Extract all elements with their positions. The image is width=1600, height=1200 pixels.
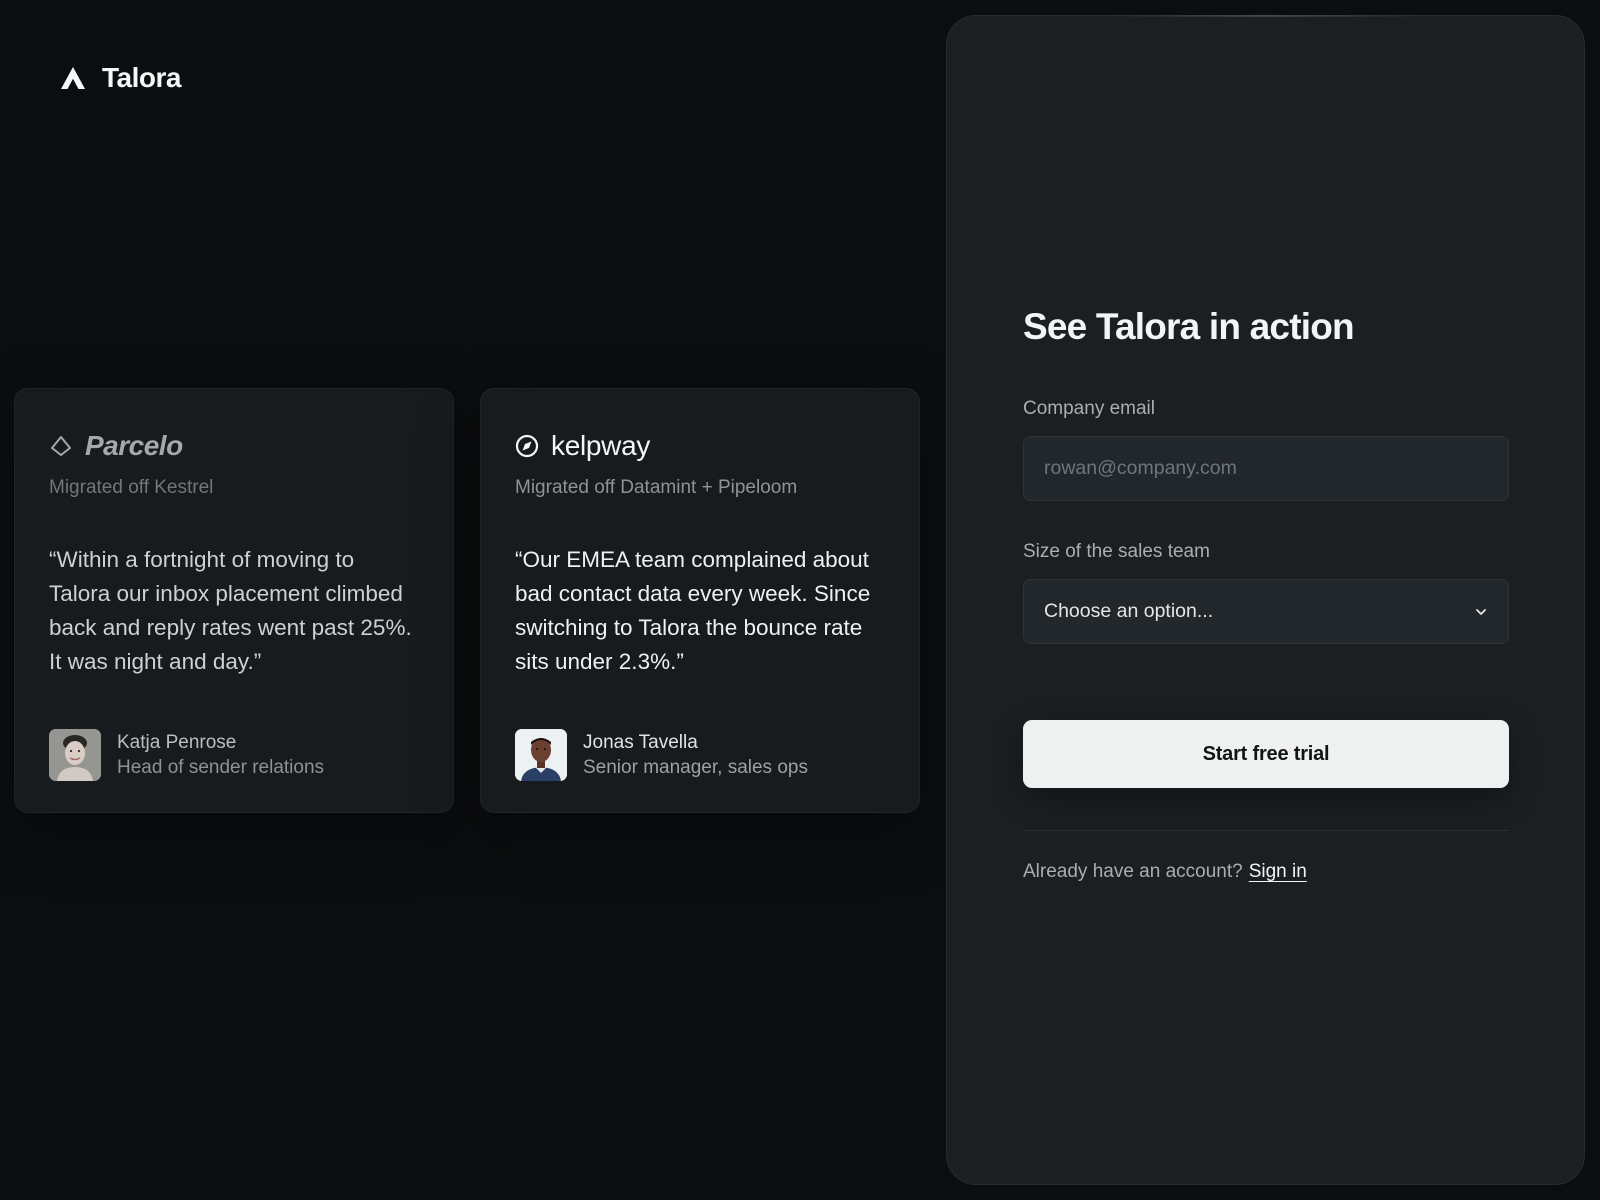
author-name: Jonas Tavella	[583, 732, 698, 753]
company-name: kelpway	[551, 430, 651, 461]
author-name: Katja Penrose	[117, 732, 237, 753]
email-label: Company email	[1023, 398, 1155, 419]
email-placeholder: rowan@company.com	[1044, 457, 1237, 479]
diamond-outline-icon	[49, 434, 73, 458]
chevron-down-icon	[1474, 605, 1488, 619]
testimonial-author: Katja Penrose Head of sender relations	[49, 729, 324, 781]
author-role: Head of sender relations	[117, 757, 325, 778]
start-trial-button[interactable]: Start free trial	[1023, 720, 1509, 788]
signin-row: Already have an account? Sign in	[1023, 861, 1509, 883]
testimonial-card: kelpway Migrated off Datamint + Pipeloom…	[480, 388, 920, 813]
author-info: Katja Penrose Head of sender relations	[117, 730, 324, 780]
testimonial-card: Parcelo Migrated off Kestrel “Within a f…	[14, 388, 454, 813]
brand[interactable]: Talora	[60, 62, 181, 94]
signin-link[interactable]: Sign in	[1249, 861, 1307, 882]
team-size-value: Choose an option...	[1044, 600, 1214, 622]
compass-circle-icon	[515, 434, 539, 458]
signup-panel: See Talora in action Company email rowan…	[946, 15, 1585, 1185]
migrated-from: Migrated off Kestrel	[49, 477, 214, 498]
triangle-logo-icon	[60, 66, 86, 90]
company-name: Parcelo	[85, 430, 183, 461]
email-field[interactable]: rowan@company.com	[1023, 436, 1509, 501]
testimonial-author: Jonas Tavella Senior manager, sales ops	[515, 729, 808, 781]
company-logo: kelpway	[515, 429, 885, 463]
author-info: Jonas Tavella Senior manager, sales ops	[583, 730, 808, 780]
author-role: Senior manager, sales ops	[583, 757, 808, 778]
signup-form: See Talora in action Company email rowan…	[1023, 306, 1509, 883]
avatar	[49, 729, 101, 781]
avatar	[515, 729, 567, 781]
testimonial-quote: “Within a fortnight of moving to Talora …	[49, 547, 412, 674]
page: Talora Parcelo Migrated off Kestrel “Wit…	[0, 0, 1600, 1200]
migrated-from: Migrated off Datamint + Pipeloom	[515, 477, 798, 498]
form-title: See Talora in action	[1023, 306, 1355, 347]
testimonial-quote: “Our EMEA team complained about bad cont…	[515, 547, 871, 674]
team-size-label: Size of the sales team	[1023, 541, 1210, 562]
brand-name: Talora	[102, 62, 181, 93]
team-size-select[interactable]: Choose an option...	[1023, 579, 1509, 644]
divider	[1023, 830, 1509, 831]
signin-prompt: Already have an account?	[1023, 861, 1243, 882]
company-logo: Parcelo	[49, 429, 419, 463]
